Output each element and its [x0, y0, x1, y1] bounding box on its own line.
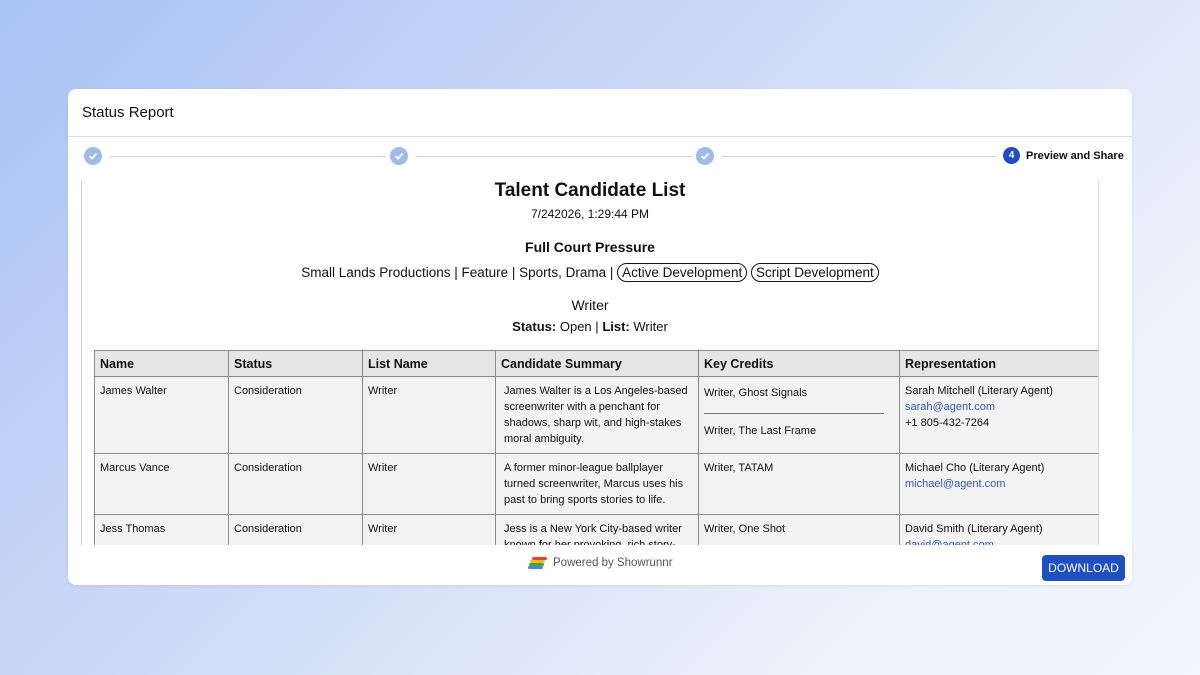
rep-name: Sarah Mitchell (Literary Agent) [905, 385, 1053, 397]
cell-name: Jess Thomas [94, 514, 229, 545]
list-label: List: [602, 319, 630, 334]
cell-name: Marcus Vance [94, 453, 229, 515]
credit-item: Writer, Ghost Signals [704, 387, 808, 399]
table-header-row: Name Status List Name Candidate Summary … [94, 350, 1098, 377]
rep-name: David Smith (Literary Agent) [905, 523, 1043, 535]
step-2-check-icon[interactable] [390, 147, 408, 165]
cell-representation: Michael Cho (Literary Agent) michael@age… [899, 453, 1098, 515]
stepper: 4 Preview and Share [68, 137, 1132, 177]
credit-divider [704, 413, 884, 414]
report-preview[interactable]: Talent Candidate List 7/242026, 1:29:44 … [81, 180, 1099, 545]
cell-key-credits: Writer, Ghost Signals Writer, The Last F… [698, 376, 900, 454]
download-button[interactable]: DOWNLOAD [1042, 555, 1125, 581]
card-header: Status Report [68, 89, 1132, 137]
cell-name: James Walter [94, 376, 229, 454]
rep-name: Michael Cho (Literary Agent) [905, 462, 1045, 474]
cell-key-credits: Writer, One Shot [698, 514, 900, 545]
separator: | [595, 319, 599, 334]
rep-email-link[interactable]: michael@agent.com [905, 476, 1093, 492]
page-title: Status Report [82, 104, 174, 121]
powered-by: Powered by Showrunnr [528, 557, 673, 569]
tag-active-development: Active Development [617, 263, 748, 282]
status-value: Open [559, 319, 592, 334]
project-title: Full Court Pressure [525, 239, 655, 255]
column-header-list-name: List Name [362, 350, 496, 377]
column-header-status: Status [228, 350, 363, 377]
rep-email-link[interactable]: sarah@agent.com [905, 399, 1093, 415]
cell-key-credits: Writer, TATAM [698, 453, 900, 515]
showrunnr-logo-icon [528, 557, 547, 569]
document-date: 7/242026, 1:29:44 PM [530, 207, 650, 221]
step-number-badge: 4 [1003, 147, 1020, 164]
role-status-line: Status: Open | List: Writer [82, 319, 1098, 334]
step-1-check-icon[interactable] [84, 147, 102, 165]
status-label: Status: [512, 319, 557, 334]
step-connector [110, 156, 386, 157]
tag-script-development: Script Development [750, 263, 879, 282]
project-meta-text: Small Lands Productions | Feature | Spor… [301, 265, 614, 280]
column-header-representation: Representation [899, 350, 1098, 377]
candidate-table: Name Status List Name Candidate Summary … [94, 350, 1098, 545]
step-connector [722, 156, 996, 157]
cell-status: Consideration [228, 453, 363, 515]
credit-item: Writer, The Last Frame [704, 425, 817, 437]
credit-item: Writer, One Shot [704, 523, 786, 535]
status-report-card: Status Report 4 Preview and Share Talent… [68, 89, 1132, 585]
table-row: James Walter Consideration Writer James … [94, 376, 1098, 454]
document-title: Talent Candidate List [494, 180, 686, 201]
cell-list-name: Writer [362, 376, 496, 454]
step-3-check-icon[interactable] [696, 147, 714, 165]
cell-list-name: Writer [362, 453, 496, 515]
candidate-table-wrap: Name Status List Name Candidate Summary … [94, 350, 1098, 545]
step-connector [416, 156, 692, 157]
card-footer: Powered by Showrunnr DOWNLOAD [68, 555, 1132, 585]
table-row: Jess Thomas Consideration Writer Jess is… [94, 514, 1098, 545]
list-value: Writer [633, 319, 668, 334]
rep-email-link[interactable]: david@agent.com [905, 537, 1093, 545]
rep-phone: +1 805-432-7264 [905, 417, 990, 429]
column-header-name: Name [94, 350, 229, 377]
role-title: Writer [571, 297, 609, 313]
cell-summary: A former minor-league ballplayer turned … [495, 453, 699, 515]
table-row: Marcus Vance Consideration Writer A form… [94, 453, 1098, 515]
step-4-preview-and-share[interactable]: 4 Preview and Share [1003, 147, 1124, 164]
cell-summary: Jess is a New York City-based writer kno… [495, 514, 699, 545]
step-label: Preview and Share [1026, 149, 1124, 162]
cell-list-name: Writer [362, 514, 496, 545]
cell-representation: Sarah Mitchell (Literary Agent) sarah@ag… [899, 376, 1098, 454]
column-header-key-credits: Key Credits [698, 350, 900, 377]
project-meta: Small Lands Productions | Feature | Spor… [82, 263, 1098, 282]
credit-item: Writer, TATAM [704, 462, 774, 474]
cell-summary: James Walter is a Los Angeles-based scre… [495, 376, 699, 454]
column-header-candidate-summary: Candidate Summary [495, 350, 699, 377]
cell-representation: David Smith (Literary Agent) david@agent… [899, 514, 1098, 545]
powered-by-text: Powered by Showrunnr [553, 557, 673, 569]
cell-status: Consideration [228, 376, 363, 454]
cell-status: Consideration [228, 514, 363, 545]
